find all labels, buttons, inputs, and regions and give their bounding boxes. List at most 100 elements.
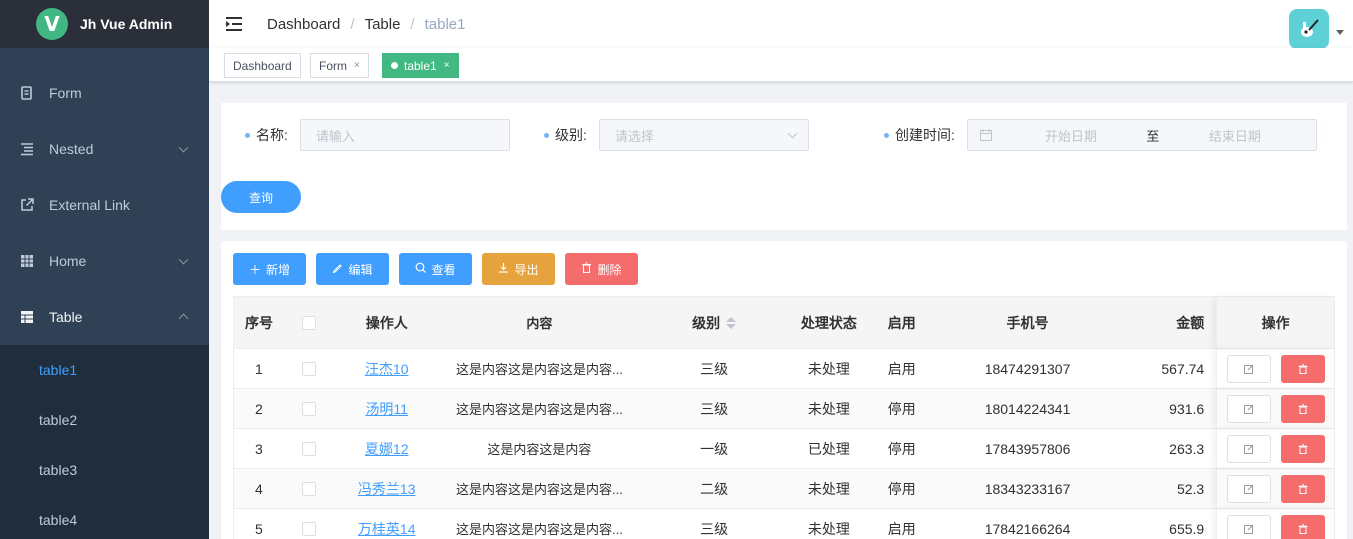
edit-icon: [1243, 444, 1253, 454]
start-date-input[interactable]: 开始日期: [1006, 126, 1136, 145]
header-content: 内容: [526, 316, 553, 331]
cell-select: [284, 349, 334, 388]
operator-link[interactable]: 汤明11: [365, 399, 408, 419]
cell-content: 这是内容这是内容这是内容...: [456, 362, 623, 377]
cell-level: 二级: [700, 480, 729, 497]
nested-icon: [20, 142, 34, 156]
bullet-icon: [544, 132, 549, 138]
row-checkbox[interactable]: [301, 361, 316, 376]
row-checkbox[interactable]: [301, 481, 316, 496]
sidebar-subitem-table2[interactable]: table2: [0, 395, 209, 445]
cell-level: 三级: [700, 400, 729, 417]
row-delete-button[interactable]: [1280, 514, 1325, 539]
caret-down-icon[interactable]: [1336, 30, 1344, 35]
header-level[interactable]: 级别: [639, 297, 789, 348]
row-edit-button[interactable]: [1226, 434, 1271, 463]
tag-form[interactable]: Form ×: [310, 53, 369, 78]
search-icon: [415, 262, 427, 276]
sidebar-item-home[interactable]: Home: [0, 233, 209, 289]
sidebar-item-external-link[interactable]: External Link: [0, 177, 209, 233]
time-label: 创建时间:: [895, 127, 955, 143]
cell-content: 这是内容这是内容这是内容...: [456, 402, 623, 417]
name-placeholder: 请输入: [315, 128, 355, 144]
view-label: 查看: [431, 262, 456, 277]
data-table: 序号 操作人 内容 级别 处理状态 启用 手机号 金额 操作 1 汪杰10 这是…: [233, 296, 1335, 539]
row-edit-button[interactable]: [1226, 394, 1271, 423]
level-select[interactable]: 请选择: [598, 119, 809, 151]
navbar: Dashboard / Table / table1: [209, 0, 1353, 49]
sidebar-item-nested[interactable]: Nested: [0, 121, 209, 177]
tag-label: Dashboard: [233, 58, 292, 73]
cell-operator: 汪杰10: [334, 349, 440, 388]
row-checkbox[interactable]: [301, 521, 316, 536]
name-input[interactable]: 请输入: [299, 119, 510, 151]
cell-phone: 17843957806: [984, 440, 1071, 457]
row-edit-button[interactable]: [1226, 354, 1271, 383]
operator-link[interactable]: 夏娜12: [365, 439, 409, 459]
add-button[interactable]: ＋ 新增: [233, 253, 306, 285]
cell-select: [284, 429, 334, 468]
close-icon[interactable]: ×: [444, 60, 450, 71]
view-button[interactable]: 查看: [399, 253, 472, 285]
close-icon[interactable]: ×: [354, 60, 360, 71]
edit-icon: [1243, 404, 1253, 414]
cell-amount: 263.3: [1169, 440, 1205, 457]
end-date-input[interactable]: 结束日期: [1170, 126, 1300, 145]
row-edit-button[interactable]: [1226, 514, 1271, 539]
export-label: 导出: [514, 262, 539, 277]
row-checkbox[interactable]: [301, 401, 316, 416]
cell-idx: 4: [255, 480, 263, 497]
cell-idx: 2: [255, 400, 263, 417]
sidebar-logo[interactable]: V Jh Vue Admin: [0, 0, 209, 48]
row-delete-button[interactable]: [1280, 434, 1325, 463]
date-range-picker[interactable]: 开始日期 至 结束日期: [966, 119, 1317, 151]
tag-table1[interactable]: table1 ×: [382, 53, 459, 78]
sidebar-subitem-table3[interactable]: table3: [0, 445, 209, 495]
sort-icon[interactable]: [726, 316, 737, 329]
search-panel: 名称: 请输入 级别: 请选择 创建时间: 开始日期 至 结束日期 查询: [221, 103, 1347, 230]
trash-icon: [581, 262, 592, 276]
header-status: 处理状态: [800, 314, 857, 331]
row-delete-button[interactable]: [1280, 394, 1325, 423]
select-all-checkbox[interactable]: [301, 315, 316, 330]
header-phone: 手机号: [1006, 314, 1049, 331]
query-button[interactable]: 查询: [221, 181, 301, 213]
operator-link[interactable]: 万桂英14: [358, 519, 416, 539]
sidebar-subitem-table4[interactable]: table4: [0, 495, 209, 539]
cell-level: 三级: [700, 360, 729, 377]
row-delete-button[interactable]: [1280, 354, 1325, 383]
trash-icon: [1298, 483, 1308, 494]
cell-idx: 5: [255, 520, 263, 537]
table-row: 3 夏娜12 这是内容这是内容 一级 已处理 停用 17843957806 26…: [234, 429, 1334, 469]
sidebar-item-table[interactable]: Table: [0, 289, 209, 345]
avatar[interactable]: [1289, 9, 1329, 49]
operator-link[interactable]: 汪杰10: [365, 359, 409, 379]
breadcrumb-dashboard[interactable]: Dashboard: [267, 16, 340, 33]
cell-phone: 17842166264: [984, 520, 1071, 537]
active-dot-icon: [391, 62, 398, 69]
operator-link[interactable]: 冯秀兰13: [358, 479, 416, 499]
tag-label: Form: [319, 58, 347, 73]
tag-dashboard[interactable]: Dashboard: [224, 53, 301, 78]
table-row: 1 汪杰10 这是内容这是内容这是内容... 三级 未处理 启用 1847429…: [234, 349, 1334, 389]
row-edit-button[interactable]: [1226, 474, 1271, 503]
cell-action: [1216, 509, 1334, 539]
cell-amount: 52.3: [1176, 480, 1205, 497]
export-button[interactable]: 导出: [482, 253, 555, 285]
trash-icon: [1298, 403, 1308, 414]
delete-button[interactable]: 删除: [565, 253, 638, 285]
cell-level: 一级: [700, 440, 729, 457]
level-placeholder: 请选择: [614, 128, 654, 144]
sidebar-subitem-table1[interactable]: table1: [0, 345, 209, 395]
vue-logo-icon: V: [36, 8, 68, 40]
breadcrumb-table[interactable]: Table: [365, 16, 401, 33]
hamburger-icon[interactable]: [226, 17, 244, 31]
row-checkbox[interactable]: [301, 441, 316, 456]
sidebar-item-form[interactable]: Form: [0, 65, 209, 121]
cell-operator: 冯秀兰13: [334, 469, 440, 508]
row-delete-button[interactable]: [1280, 474, 1325, 503]
edit-button[interactable]: 编辑: [316, 253, 389, 285]
bullet-icon: [245, 132, 250, 138]
name-label: 名称:: [256, 127, 288, 143]
name-field: 名称: 请输入: [245, 119, 510, 151]
